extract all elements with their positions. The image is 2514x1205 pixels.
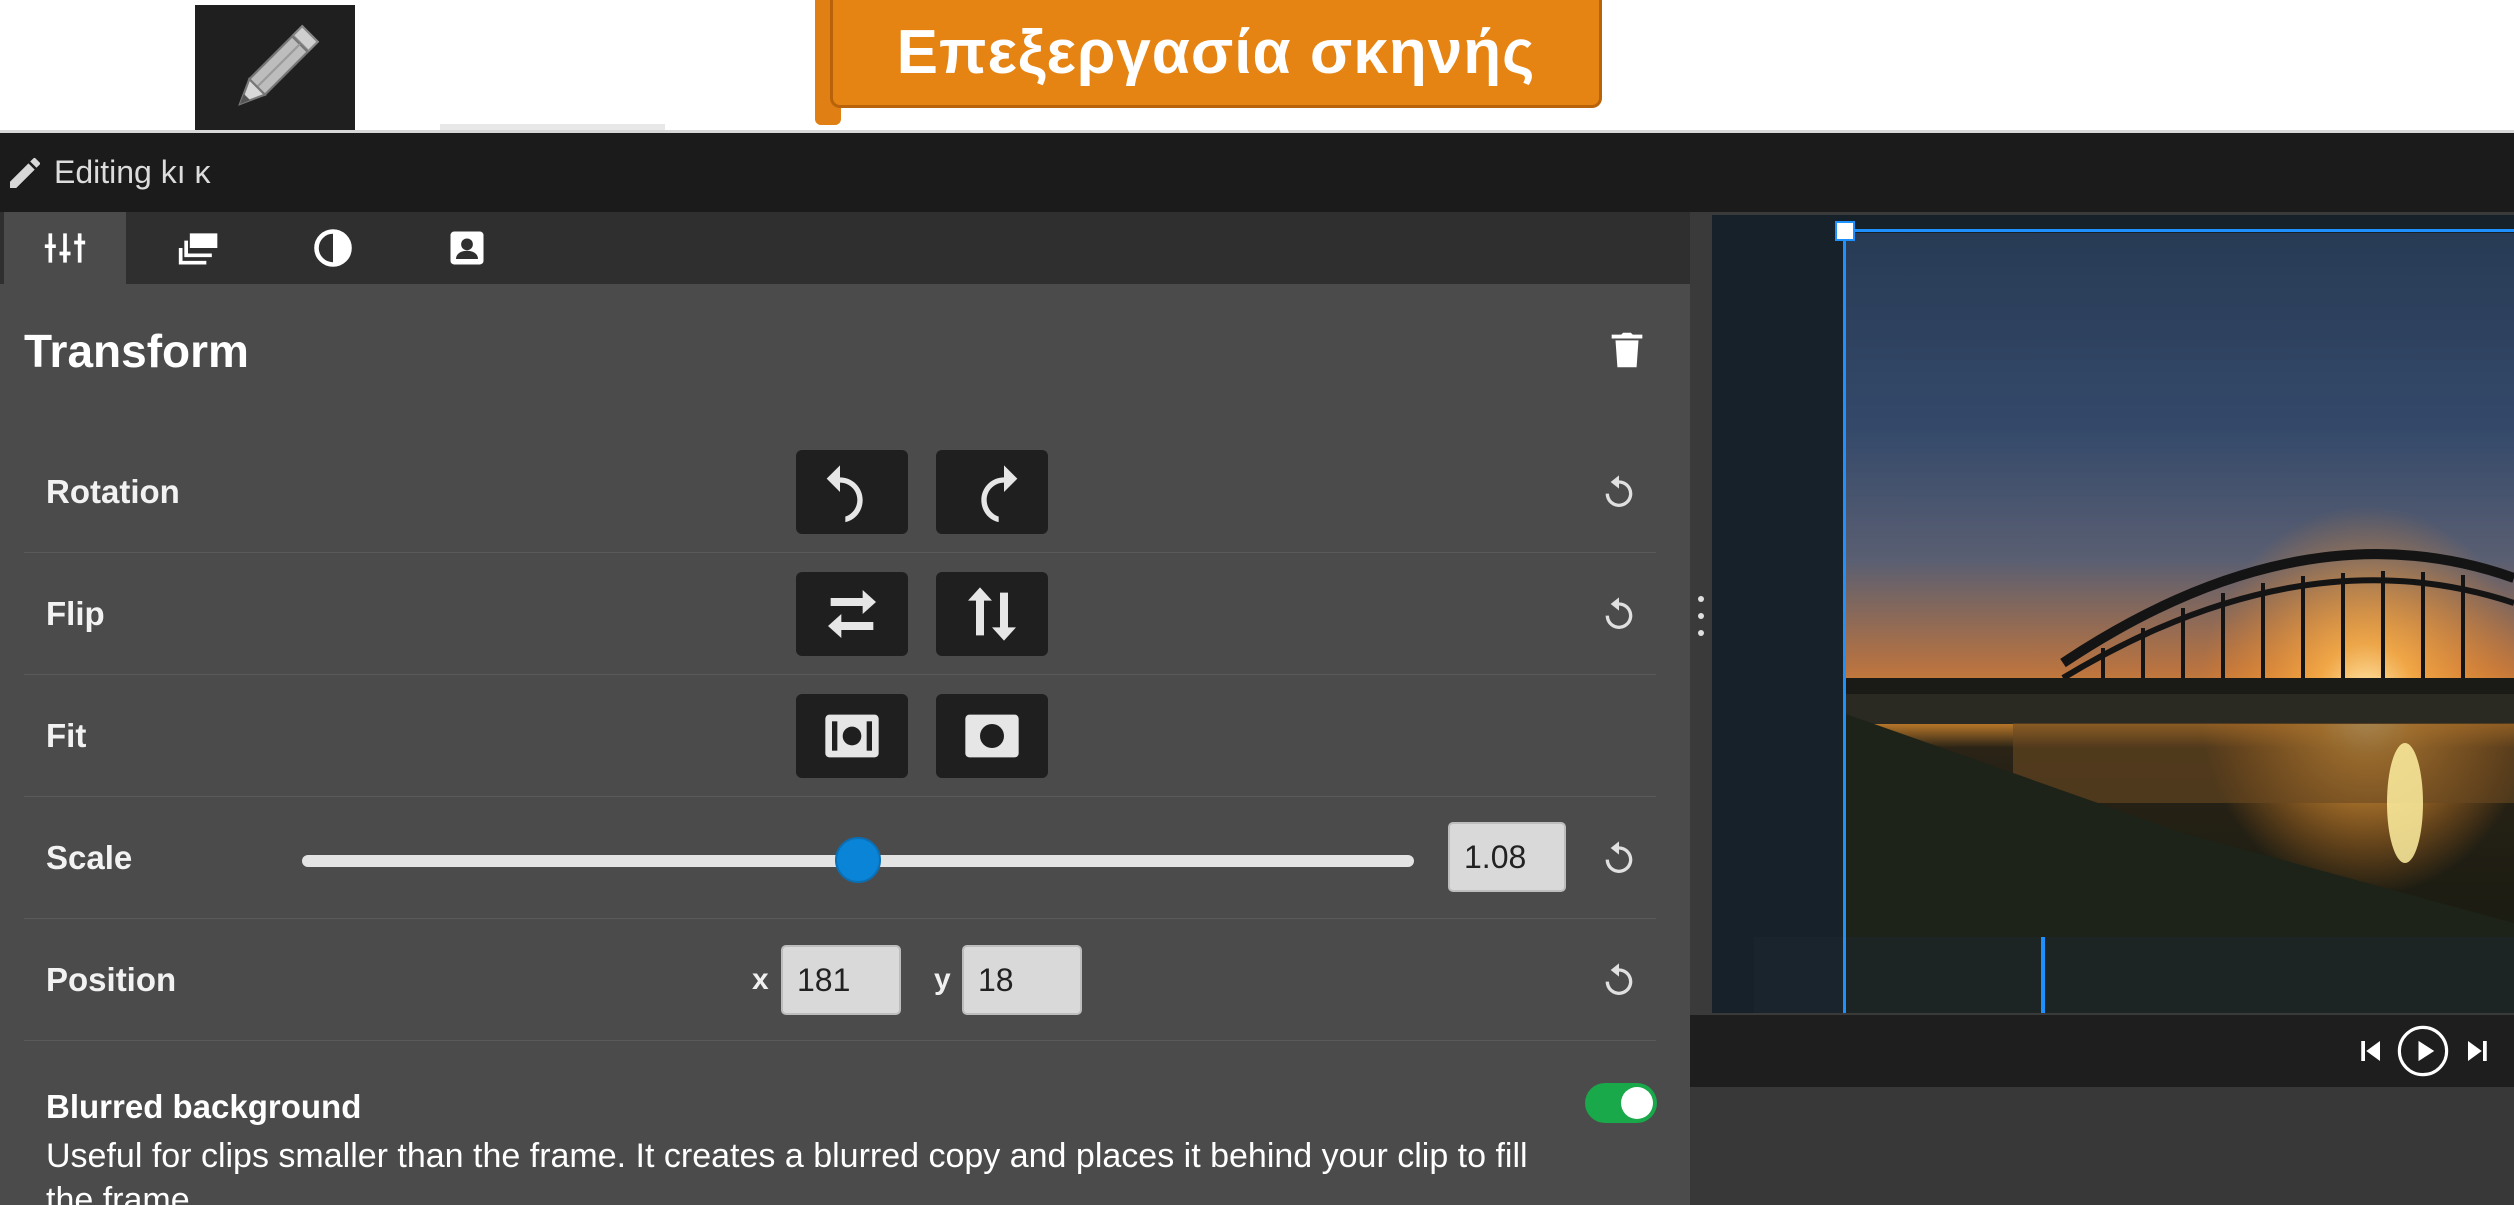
layers-icon <box>178 233 218 265</box>
page: Επεξεργασία σκηνής Editing kı ĸ Transfor… <box>0 0 2514 1205</box>
position-y-input[interactable]: 18 <box>962 945 1082 1015</box>
flip-row: Flip <box>24 553 1656 675</box>
transform-title: Transform <box>24 325 249 377</box>
position-row: Position x 181 y 18 <box>24 919 1656 1041</box>
sliders-icon <box>44 233 86 263</box>
rotation-row: Rotation <box>24 431 1656 553</box>
rotate-left-icon <box>826 465 863 523</box>
rotate-right-icon <box>981 465 1018 523</box>
position-label: Position <box>46 961 177 998</box>
selection-frame[interactable] <box>1843 229 2514 1013</box>
flip-horizontal-button[interactable] <box>796 572 908 656</box>
portrait-icon <box>450 231 484 265</box>
skip-previous-icon <box>2361 1041 2380 1061</box>
scene-edit-callout: Επεξεργασία σκηνής <box>830 0 1602 108</box>
timeline-area <box>1690 1087 2514 1205</box>
editor-title: Editing kı ĸ <box>54 154 211 190</box>
fit-contain-icon <box>825 714 879 758</box>
tab-color[interactable] <box>272 212 394 284</box>
fit-row: Fit <box>24 675 1656 797</box>
reset-position-icon[interactable] <box>1599 960 1639 1000</box>
reset-scale-icon[interactable] <box>1599 838 1639 878</box>
panel-tabs <box>0 212 1690 284</box>
tab-portrait[interactable] <box>406 212 528 284</box>
fit-cover-button[interactable] <box>936 694 1048 778</box>
editor-header: Editing kı ĸ <box>0 130 2514 212</box>
blurred-background-toggle[interactable] <box>1585 1083 1657 1123</box>
flip-vertical-button[interactable] <box>936 572 1048 656</box>
blurred-background-title: Blurred background <box>46 1088 362 1125</box>
rotate-left-button[interactable] <box>796 450 908 534</box>
rotation-label: Rotation <box>46 473 180 510</box>
contrast-icon <box>314 229 352 267</box>
skip-forward-button[interactable] <box>2458 1027 2498 1075</box>
blurred-background-description: Useful for clips smaller than the frame.… <box>46 1137 1528 1205</box>
scale-value-input[interactable]: 1.08 <box>1448 822 1566 892</box>
scale-slider-thumb[interactable] <box>835 837 881 883</box>
scale-label: Scale <box>46 839 133 876</box>
flip-label: Flip <box>46 595 105 632</box>
tab-adjust[interactable] <box>4 212 126 284</box>
fit-cover-icon <box>965 714 1019 758</box>
pencil-badge <box>195 5 355 133</box>
trash-icon[interactable] <box>1604 327 1650 373</box>
reset-rotation-icon[interactable] <box>1599 472 1639 512</box>
video-preview[interactable] <box>1712 215 2514 1013</box>
playback-controls <box>1690 1015 2514 1087</box>
rotate-right-button[interactable] <box>936 450 1048 534</box>
skip-back-button[interactable] <box>2350 1027 2390 1075</box>
fit-label: Fit <box>46 717 87 754</box>
flip-horizontal-icon <box>828 590 876 638</box>
play-icon <box>2397 1025 2449 1077</box>
position-y-label: y <box>934 963 951 996</box>
properties-panel: Transform Rotation Flip Fit Scale 1.08 P… <box>0 212 1690 1205</box>
toggle-knob <box>1621 1087 1653 1119</box>
reset-flip-icon[interactable] <box>1599 594 1639 634</box>
scale-row: Scale 1.08 <box>24 797 1656 919</box>
pencil-icon <box>238 24 320 106</box>
play-button[interactable] <box>2395 1025 2451 1077</box>
edit-pencil-icon <box>0 148 50 198</box>
position-x-label: x <box>752 963 769 996</box>
resize-handle-top-left[interactable] <box>1835 221 1855 241</box>
position-x-input[interactable]: 181 <box>781 945 901 1015</box>
skip-next-icon <box>2468 1041 2487 1061</box>
fit-contain-button[interactable] <box>796 694 908 778</box>
panel-resize-handle[interactable] <box>1690 596 1712 636</box>
tab-layers[interactable] <box>138 212 260 284</box>
flip-vertical-icon <box>968 587 1016 641</box>
